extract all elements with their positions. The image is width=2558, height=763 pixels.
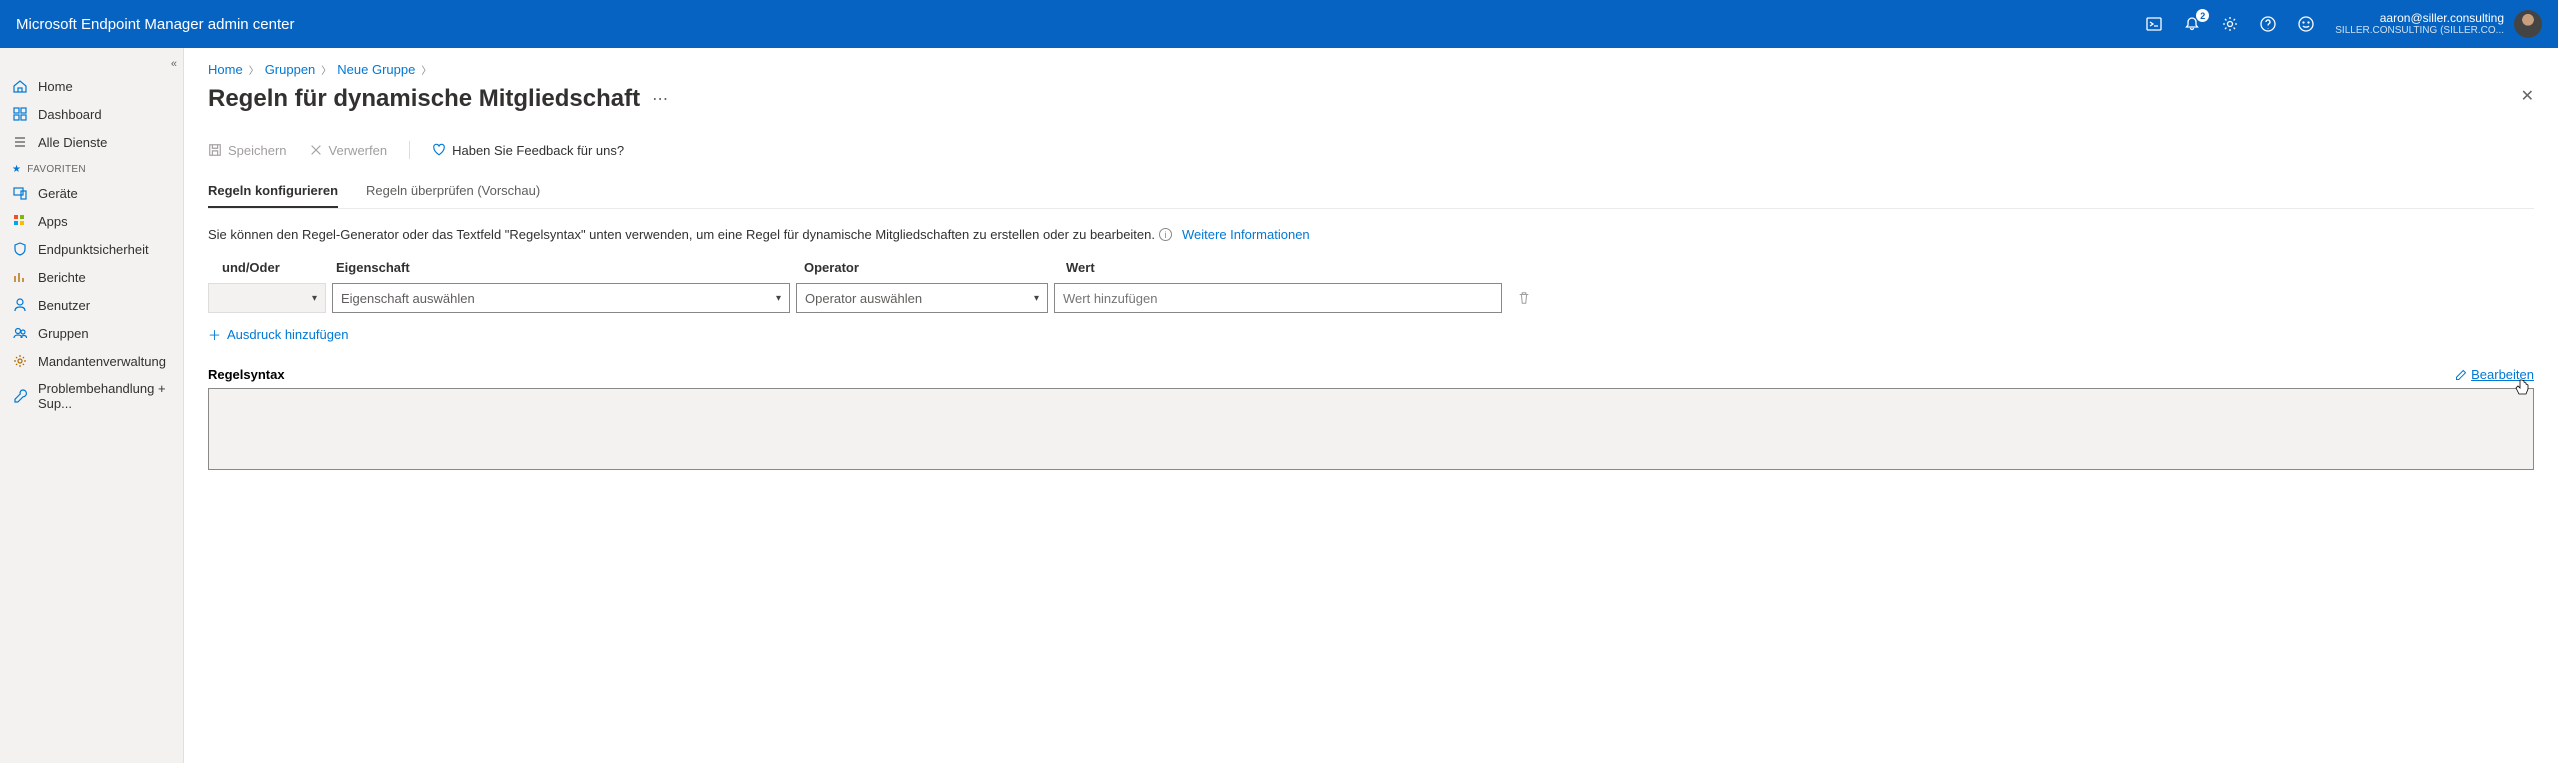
save-icon <box>208 143 222 157</box>
collapse-sidebar-icon[interactable]: « <box>171 58 177 70</box>
breadcrumb-item[interactable]: Home <box>208 62 243 77</box>
andor-select[interactable]: ▾ <box>208 283 326 313</box>
value-input[interactable] <box>1054 283 1502 313</box>
sidebar-item-label: Endpunktsicherheit <box>38 242 149 257</box>
col-value: Wert <box>1066 260 2534 275</box>
feedback-icon[interactable] <box>2297 15 2315 33</box>
sidebar-item-groups[interactable]: Gruppen <box>0 319 183 347</box>
notification-badge: 2 <box>2196 9 2209 22</box>
tabs: Regeln konfigurieren Regeln überprüfen (… <box>208 183 2534 209</box>
sidebar-item-devices[interactable]: Geräte <box>0 179 183 207</box>
sidebar-item-home[interactable]: Home <box>0 72 183 100</box>
sidebar-item-users[interactable]: Benutzer <box>0 291 183 319</box>
account-email: aaron@siller.consulting <box>2335 11 2504 25</box>
dashboard-icon <box>12 106 28 122</box>
list-icon <box>12 134 28 150</box>
close-icon[interactable]: ✕ <box>2521 86 2534 106</box>
tab-configure[interactable]: Regeln konfigurieren <box>208 183 338 208</box>
sidebar-item-all-services[interactable]: Alle Dienste <box>0 128 183 156</box>
breadcrumb: Home 〉 Gruppen 〉 Neue Gruppe 〉 <box>208 62 2534 77</box>
grid-icon <box>12 213 28 229</box>
sidebar-item-label: Apps <box>38 214 68 229</box>
chevron-down-icon: ▾ <box>776 293 781 304</box>
more-info-link[interactable]: Weitere Informationen <box>1182 227 1310 242</box>
favorites-header: ★FAVORITEN <box>0 156 183 179</box>
discard-button[interactable]: Verwerfen <box>309 143 388 158</box>
sidebar-item-label: Benutzer <box>38 298 90 313</box>
delete-row-icon[interactable] <box>1512 286 1536 310</box>
chevron-right-icon: 〉 <box>321 62 331 77</box>
settings-icon[interactable] <box>2221 15 2239 33</box>
header-icons: 2 <box>2145 15 2315 33</box>
chevron-down-icon: ▾ <box>312 293 317 304</box>
chart-icon <box>12 269 28 285</box>
discard-icon <box>309 143 323 157</box>
separator <box>409 141 410 159</box>
wrench-icon <box>12 388 28 404</box>
add-expression-button[interactable]: ＋ Ausdruck hinzufügen <box>208 325 348 344</box>
sidebar-item-tenant-admin[interactable]: Mandantenverwaltung <box>0 347 183 375</box>
rule-row: ▾ Eigenschaft auswählen ▾ Operator auswä… <box>208 283 2534 313</box>
syntax-label: Regelsyntax <box>208 367 2455 382</box>
sidebar-item-endpoint-security[interactable]: Endpunktsicherheit <box>0 235 183 263</box>
more-icon[interactable]: ⋯ <box>652 89 668 109</box>
info-icon[interactable]: i <box>1159 228 1172 241</box>
main-panel: Home 〉 Gruppen 〉 Neue Gruppe 〉 Regeln fü… <box>184 48 2558 763</box>
operator-select[interactable]: Operator auswählen ▾ <box>796 283 1048 313</box>
chevron-right-icon: 〉 <box>249 62 259 77</box>
tab-validate[interactable]: Regeln überprüfen (Vorschau) <box>366 183 540 208</box>
sidebar-item-label: Dashboard <box>38 107 102 122</box>
sidebar-item-troubleshoot[interactable]: Problembehandlung + Sup... <box>0 375 183 417</box>
cloud-shell-icon[interactable] <box>2145 15 2163 33</box>
rule-builder: und/Oder Eigenschaft Operator Wert ▾ Eig… <box>208 260 2534 345</box>
sidebar-item-label: Gruppen <box>38 326 89 341</box>
chevron-down-icon: ▾ <box>1034 293 1039 304</box>
brand-title: Microsoft Endpoint Manager admin center <box>16 16 2145 33</box>
sidebar: « Home Dashboard Alle Dienste ★FAVORITEN… <box>0 48 184 763</box>
syntax-textbox[interactable] <box>208 388 2534 470</box>
star-icon: ★ <box>12 164 21 175</box>
heart-icon <box>432 143 446 157</box>
command-bar: Speichern Verwerfen Haben Sie Feedback f… <box>208 141 2534 165</box>
sidebar-item-dashboard[interactable]: Dashboard <box>0 100 183 128</box>
pencil-icon <box>2455 369 2467 381</box>
sidebar-item-label: Problembehandlung + Sup... <box>38 381 171 411</box>
user-icon <box>12 297 28 313</box>
info-text: Sie können den Regel-Generator oder das … <box>208 227 2534 242</box>
sidebar-item-reports[interactable]: Berichte <box>0 263 183 291</box>
home-icon <box>12 78 28 94</box>
rule-header-row: und/Oder Eigenschaft Operator Wert <box>208 260 2534 283</box>
sidebar-item-label: Mandantenverwaltung <box>38 354 166 369</box>
col-property: Eigenschaft <box>336 260 804 275</box>
shield-icon <box>12 241 28 257</box>
col-operator: Operator <box>804 260 1066 275</box>
avatar[interactable] <box>2514 10 2542 38</box>
sidebar-item-label: Alle Dienste <box>38 135 107 150</box>
help-icon[interactable] <box>2259 15 2277 33</box>
page-title: Regeln für dynamische Mitgliedschaft <box>208 85 640 113</box>
sidebar-item-apps[interactable]: Apps <box>0 207 183 235</box>
sidebar-item-label: Home <box>38 79 73 94</box>
save-button[interactable]: Speichern <box>208 143 287 158</box>
plus-icon: ＋ <box>208 325 221 344</box>
notifications-icon[interactable]: 2 <box>2183 15 2201 33</box>
edit-syntax-button[interactable]: Bearbeiten <box>2455 367 2534 382</box>
sidebar-item-label: Berichte <box>38 270 86 285</box>
property-select[interactable]: Eigenschaft auswählen ▾ <box>332 283 790 313</box>
feedback-button[interactable]: Haben Sie Feedback für uns? <box>432 143 624 158</box>
group-icon <box>12 325 28 341</box>
breadcrumb-item[interactable]: Neue Gruppe <box>337 62 415 77</box>
chevron-right-icon: 〉 <box>421 62 431 77</box>
app-header: Microsoft Endpoint Manager admin center … <box>0 0 2558 48</box>
devices-icon <box>12 185 28 201</box>
gear-icon <box>12 353 28 369</box>
breadcrumb-item[interactable]: Gruppen <box>265 62 316 77</box>
account-org: SILLER.CONSULTING (SILLER.CO... <box>2335 25 2504 37</box>
col-andor: und/Oder <box>208 260 336 275</box>
account-block[interactable]: aaron@siller.consulting SILLER.CONSULTIN… <box>2335 11 2504 37</box>
sidebar-item-label: Geräte <box>38 186 78 201</box>
